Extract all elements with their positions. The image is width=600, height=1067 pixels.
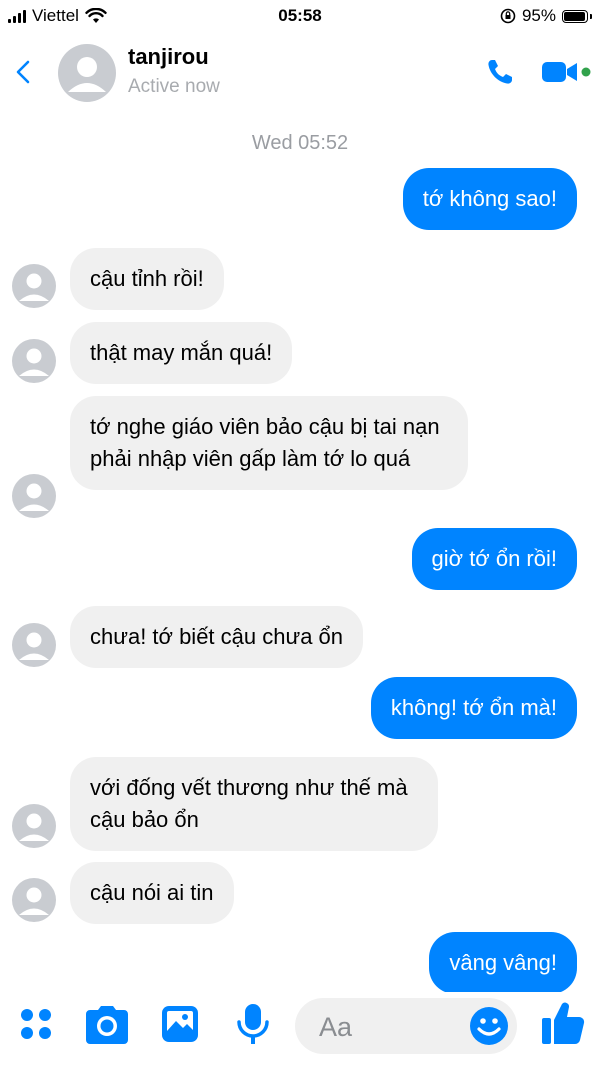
sender-avatar [12, 878, 56, 922]
status-right: 95% [500, 6, 592, 26]
message-bubble-incoming[interactable]: cậu nói ai tin [70, 862, 234, 924]
message-bubble-incoming[interactable]: chưa! tớ biết cậu chưa ổn [70, 606, 364, 668]
message-bubble-outgoing[interactable]: không! tớ ổn mà! [370, 677, 577, 739]
contact-name[interactable]: tanjirou [128, 44, 209, 70]
message-bubble-outgoing[interactable]: giờ tớ ổn rồi! [411, 528, 577, 590]
sender-avatar [12, 804, 56, 848]
apps-grid-icon[interactable] [16, 1004, 56, 1044]
rotation-lock-icon [500, 8, 516, 24]
contact-avatar[interactable] [58, 44, 116, 102]
presence-status: Active now [128, 76, 220, 97]
gallery-icon[interactable] [160, 1004, 200, 1044]
battery-icon [562, 9, 592, 23]
message-bubble-outgoing[interactable]: vâng vâng! [429, 932, 577, 994]
sender-avatar [12, 264, 56, 308]
message-bubble-outgoing[interactable]: tớ không sao! [402, 168, 577, 230]
sender-avatar [12, 623, 56, 667]
message-input-field[interactable] [295, 998, 517, 1056]
microphone-icon[interactable] [236, 1002, 270, 1048]
date-separator: Wed 05:52 [251, 132, 349, 154]
message-bubble-incoming[interactable]: thật may mắn quá! [70, 322, 293, 384]
sender-avatar [12, 474, 56, 518]
conversation-header: tanjirou Active now [0, 34, 600, 112]
emoji-icon[interactable] [469, 1006, 509, 1046]
back-chevron-icon[interactable] [10, 54, 38, 90]
phone-icon[interactable] [484, 56, 516, 88]
default-avatar-icon [68, 57, 106, 92]
status-bar: Viettel 05:58 95% [0, 0, 600, 34]
thumbs-up-icon[interactable] [540, 998, 586, 1048]
message-bubble-incoming[interactable]: cậu tỉnh rồi! [70, 248, 224, 310]
message-bubble-incoming[interactable]: tớ nghe giáo viên bảo cậu bị tai nạn phả… [70, 396, 468, 490]
camera-icon[interactable] [84, 1004, 130, 1046]
message-bubble-incoming[interactable]: với đống vết thương như thế mà cậu bảo ổ… [70, 757, 438, 851]
video-camera-icon[interactable] [540, 58, 592, 86]
sender-avatar [12, 339, 56, 383]
online-dot [581, 67, 591, 77]
message-composer [0, 992, 600, 1067]
message-input[interactable] [317, 998, 461, 1056]
battery-percent: 95% [521, 6, 556, 25]
